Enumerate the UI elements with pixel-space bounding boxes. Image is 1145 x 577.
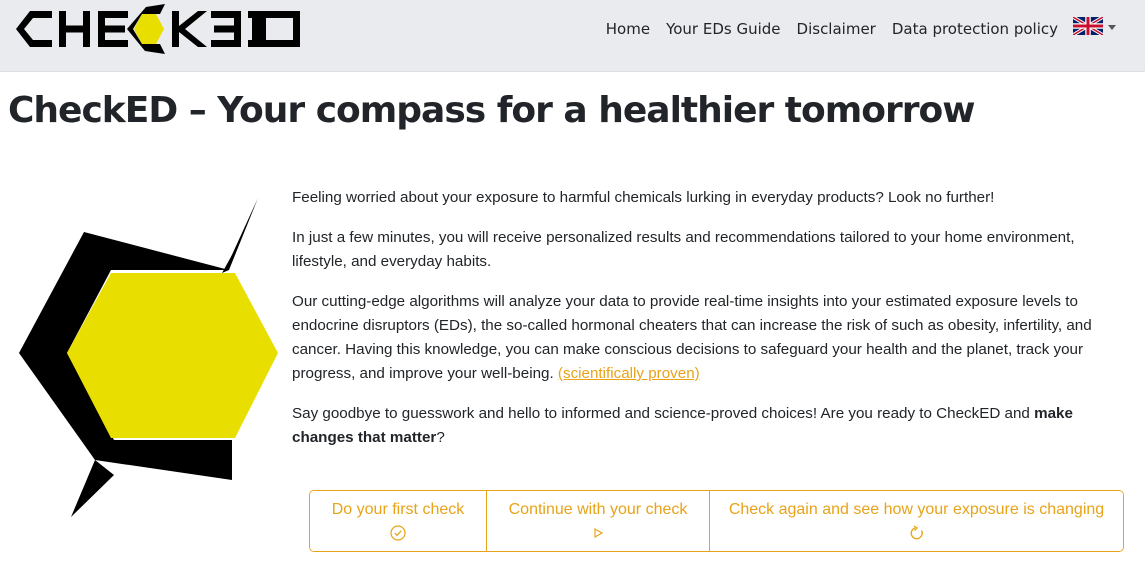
continue-check-button[interactable]: Continue with your check — [487, 491, 710, 551]
refresh-icon — [910, 525, 923, 540]
check-again-label: Check again and see how your exposure is… — [728, 501, 1105, 518]
intro-paragraph-3: Our cutting-edge algorithms will analyze… — [292, 290, 1132, 386]
continue-check-label: Continue with your check — [508, 501, 688, 518]
first-check-label: Do your first check — [331, 501, 465, 518]
nav-disclaimer[interactable]: Disclaimer — [797, 20, 876, 38]
check-button-group: Do your first check Continue with your c… — [309, 490, 1124, 552]
nav-home[interactable]: Home — [606, 20, 650, 38]
checked-hexagon-logo — [19, 198, 278, 517]
nav-eds-guide[interactable]: Your EDs Guide — [666, 20, 780, 38]
checked-wordmark — [16, 4, 300, 54]
chevron-down-icon — [1108, 24, 1116, 30]
nav-links: Home Your EDs Guide Disclaimer Data prot… — [606, 17, 1058, 41]
intro-paragraph-4: Say goodbye to guesswork and hello to in… — [292, 402, 1132, 450]
uk-flag-icon — [1073, 17, 1103, 35]
brand-logo[interactable] — [14, 4, 304, 54]
play-icon — [594, 527, 604, 539]
intro-paragraph-1: Feeling worried about your exposure to h… — [292, 189, 995, 206]
intro-paragraph-4-text: Say goodbye to guesswork and hello to in… — [292, 405, 1035, 422]
navbar: Home Your EDs Guide Disclaimer Data prot… — [0, 0, 1145, 72]
check-circle-icon — [390, 525, 406, 541]
page-title: CheckED – Your compass for a healthier t… — [8, 90, 975, 131]
language-dropdown[interactable] — [1073, 17, 1116, 35]
nav-data-protection[interactable]: Data protection policy — [892, 20, 1058, 38]
intro-paragraph-4-end: ? — [436, 429, 445, 446]
intro-content: Feeling worried about your exposure to h… — [292, 186, 1132, 466]
check-again-button[interactable]: Check again and see how your exposure is… — [710, 491, 1123, 551]
intro-paragraph-2: In just a few minutes, you will receive … — [292, 229, 1075, 270]
first-check-button[interactable]: Do your first check — [310, 491, 487, 551]
scientifically-proven-link[interactable]: (scientifically proven) — [558, 365, 700, 382]
